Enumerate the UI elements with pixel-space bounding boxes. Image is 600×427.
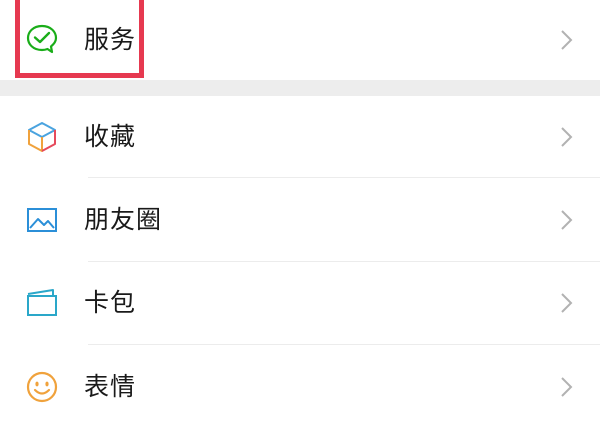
chevron-right-icon (560, 29, 574, 51)
menu-item-stickers[interactable]: 表情 (0, 345, 600, 427)
section-divider (0, 80, 600, 96)
moments-picture-icon (25, 203, 59, 237)
favorites-cube-icon (25, 120, 59, 154)
card-wallet-icon (25, 286, 59, 320)
emoji-smile-icon (25, 370, 59, 404)
menu-item-card-wallet[interactable]: 卡包 (0, 262, 600, 344)
chevron-right-icon (560, 292, 574, 314)
menu-item-label: 收藏 (84, 122, 137, 151)
chevron-right-icon (560, 126, 574, 148)
wechat-me-menu: 服务 收藏 朋友圈 卡包 表情 (0, 0, 600, 427)
chevron-right-icon (560, 376, 574, 398)
menu-item-label: 朋友圈 (84, 205, 163, 234)
highlight-annotation-box (15, 0, 144, 78)
menu-item-favorites[interactable]: 收藏 (0, 96, 600, 178)
menu-item-label: 表情 (84, 372, 137, 401)
menu-item-label: 卡包 (84, 288, 137, 317)
menu-item-moments[interactable]: 朋友圈 (0, 178, 600, 261)
chevron-right-icon (560, 209, 574, 231)
